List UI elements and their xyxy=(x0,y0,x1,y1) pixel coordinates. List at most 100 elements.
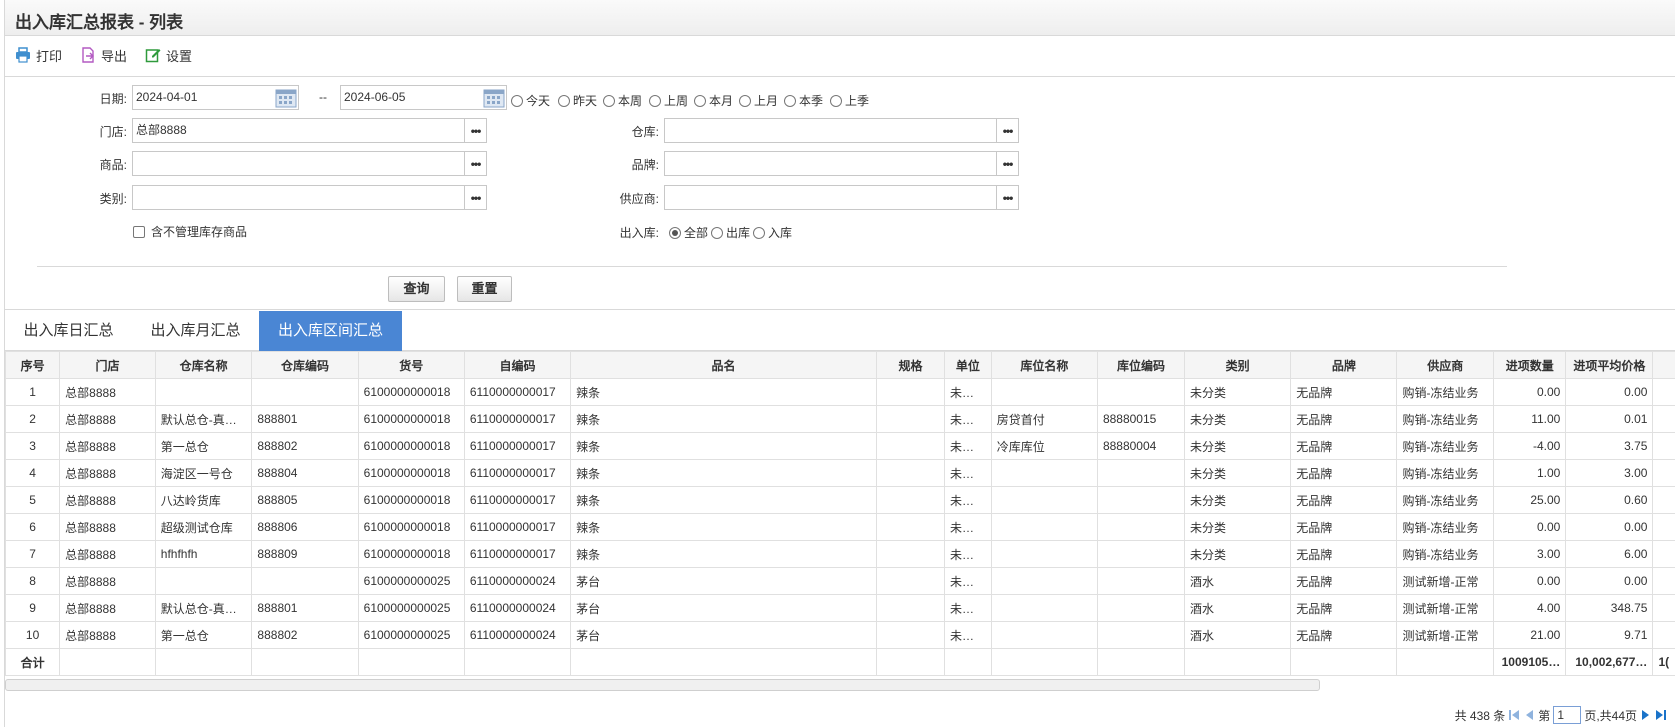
column-header[interactable]: 单位 xyxy=(943,351,992,379)
table-cell: 10 xyxy=(5,621,61,649)
column-header[interactable]: 品名 xyxy=(570,351,877,379)
column-header[interactable]: 库位名称 xyxy=(990,351,1098,379)
category-input[interactable] xyxy=(132,185,465,210)
reset-button[interactable]: 重置 xyxy=(457,276,512,302)
first-page-button[interactable] xyxy=(1508,709,1520,721)
print-button[interactable]: 打印 xyxy=(15,45,62,65)
table-cell: 3.00 xyxy=(1493,540,1567,568)
column-header[interactable]: 规格 xyxy=(876,351,945,379)
prev-page-button[interactable] xyxy=(1523,709,1535,721)
quick-range-last-quarter[interactable]: 上季 xyxy=(830,92,869,109)
tab-daily-summary[interactable]: 出入库日汇总 xyxy=(5,311,132,351)
column-header[interactable]: 自编码 xyxy=(463,351,572,379)
supplier-input[interactable] xyxy=(664,185,997,210)
column-header[interactable]: 品牌 xyxy=(1290,351,1398,379)
category-picker-button[interactable]: ••• xyxy=(464,185,487,210)
printer-icon xyxy=(16,47,30,63)
column-header[interactable]: 库位编码 xyxy=(1096,351,1186,379)
column-header[interactable]: 供应商 xyxy=(1396,351,1495,379)
table-row[interactable]: 2 总部8888 默认总仓-真默… 888801 6100000000018 611000… xyxy=(5,405,1675,433)
table-cell xyxy=(1096,594,1186,622)
product-picker-button[interactable]: ••• xyxy=(464,151,487,176)
settings-button[interactable]: 设置 xyxy=(145,45,192,65)
quick-range-last-week[interactable]: 上周 xyxy=(649,92,688,109)
table-row[interactable]: 1 总部8888 6100000000018 6110000000017 辣条 未指定 未分… xyxy=(5,378,1675,406)
last-page-button[interactable] xyxy=(1655,709,1667,721)
column-header[interactable]: 类别 xyxy=(1184,351,1292,379)
summary-cell xyxy=(876,648,945,676)
report-table: 序号 门店 仓库名称 仓库编码 货号 自编码 品名 规格 单位 库位名称 库位编码 类别 品牌 供应商 进项… xyxy=(5,351,1675,677)
store-input[interactable]: 总部8888 xyxy=(132,118,465,143)
column-header[interactable]: 货号 xyxy=(357,351,465,379)
table-cell: 未分类 xyxy=(1184,405,1292,433)
table-cell: 6110000000024 xyxy=(463,567,572,595)
warehouse-input[interactable] xyxy=(664,118,997,143)
product-input[interactable] xyxy=(132,151,465,176)
date-from-value: 2024-04-01 xyxy=(136,90,198,104)
date-to-input[interactable]: 2024-06-05 xyxy=(340,85,507,110)
total-count: 共 438 条 xyxy=(1454,708,1506,723)
product-label: 商品: xyxy=(99,158,127,172)
table-cell xyxy=(990,459,1098,487)
table-row[interactable]: 10 总部8888 第一总仓 888802 6100000000025 611000000… xyxy=(5,621,1675,649)
summary-cell xyxy=(463,648,572,676)
column-header[interactable]: 进项平均价格 xyxy=(1565,351,1654,379)
table-row[interactable]: 5 总部8888 八达岭货库 888805 6100000000018 611000000… xyxy=(5,486,1675,514)
table-row[interactable]: 3 总部8888 第一总仓 888802 6100000000018 6110000000… xyxy=(5,432,1675,460)
table-row[interactable]: 8 总部8888 6100000000025 6110000000024 茅台 未指定 酒水… xyxy=(5,567,1675,595)
quick-range-this-month[interactable]: 本月 xyxy=(694,92,733,109)
quick-range-label: 上季 xyxy=(845,94,870,108)
table-cell: 购销-冻结业务 xyxy=(1396,513,1495,541)
query-button[interactable]: 查询 xyxy=(388,276,445,302)
brand-input[interactable] xyxy=(664,151,997,176)
store-picker-button[interactable]: ••• xyxy=(464,118,487,143)
direction-out-radio[interactable]: 出库 xyxy=(711,224,750,241)
date-from-input[interactable]: 2024-04-01 xyxy=(132,85,299,110)
quick-range-this-quarter[interactable]: 本季 xyxy=(784,92,823,109)
table-cell xyxy=(1652,594,1675,622)
column-header[interactable]: 仓库名称 xyxy=(154,351,253,379)
quick-range-today[interactable]: 今天 xyxy=(511,92,550,109)
direction-all-radio[interactable]: 全部 xyxy=(669,224,708,241)
more-icon: ••• xyxy=(1002,123,1014,138)
horizontal-scrollbar[interactable] xyxy=(5,679,1320,691)
column-header[interactable]: 进项数量 xyxy=(1493,351,1567,379)
column-header[interactable]: 仓库编码 xyxy=(251,351,359,379)
direction-option-label: 入库 xyxy=(768,226,793,240)
table-cell: 无品牌 xyxy=(1290,540,1398,568)
table-cell: 酒水 xyxy=(1184,567,1292,595)
calendar-icon[interactable] xyxy=(275,87,297,108)
table-cell: 无品牌 xyxy=(1290,432,1398,460)
table-cell: 6100000000018 xyxy=(357,459,465,487)
table-cell: 888801 xyxy=(251,405,359,433)
table-cell: 购销-冻结业务 xyxy=(1396,378,1495,406)
quick-range-last-month[interactable]: 上月 xyxy=(739,92,778,109)
include-unmanaged-checkbox[interactable]: 含不管理库存商品 xyxy=(133,223,247,240)
table-row[interactable]: 9 总部8888 默认总仓-真默… 888801 6100000000025 611000… xyxy=(5,594,1675,622)
warehouse-picker-button[interactable]: ••• xyxy=(996,118,1019,143)
quick-range-yesterday[interactable]: 昨天 xyxy=(558,92,597,109)
table-row[interactable]: 4 总部8888 海淀区一号仓 888804 6100000000018 61100000… xyxy=(5,459,1675,487)
direction-in-radio[interactable]: 入库 xyxy=(753,224,792,241)
toolbar: 打印 导出 设置 xyxy=(5,36,1675,77)
quick-range-this-week[interactable]: 本周 xyxy=(603,92,642,109)
column-header[interactable]: 序号 xyxy=(5,351,61,379)
tab-monthly-summary[interactable]: 出入库月汇总 xyxy=(132,311,259,351)
tab-range-summary[interactable]: 出入库区间汇总 xyxy=(259,311,402,351)
table-row[interactable]: 7 总部8888 hfhfhfh 888809 6100000000018 6110000… xyxy=(5,540,1675,568)
next-page-button[interactable] xyxy=(1640,709,1652,721)
export-button[interactable]: 导出 xyxy=(80,45,127,65)
table-row[interactable]: 6 总部8888 超级测试仓库 888806 6100000000018 61100000… xyxy=(5,513,1675,541)
table-cell: 无品牌 xyxy=(1290,459,1398,487)
table-cell: 6100000000025 xyxy=(357,621,465,649)
table-cell xyxy=(1652,567,1675,595)
summary-cell: 合计 xyxy=(5,648,61,676)
supplier-picker-button[interactable]: ••• xyxy=(996,185,1019,210)
page-number-input[interactable]: 1 xyxy=(1553,706,1582,724)
table-cell: 酒水 xyxy=(1184,621,1292,649)
column-header[interactable]: 门店 xyxy=(59,351,156,379)
brand-picker-button[interactable]: ••• xyxy=(996,151,1019,176)
table-cell: 0.01 xyxy=(1565,405,1654,433)
calendar-icon[interactable] xyxy=(483,87,505,108)
table-cell xyxy=(1652,513,1675,541)
